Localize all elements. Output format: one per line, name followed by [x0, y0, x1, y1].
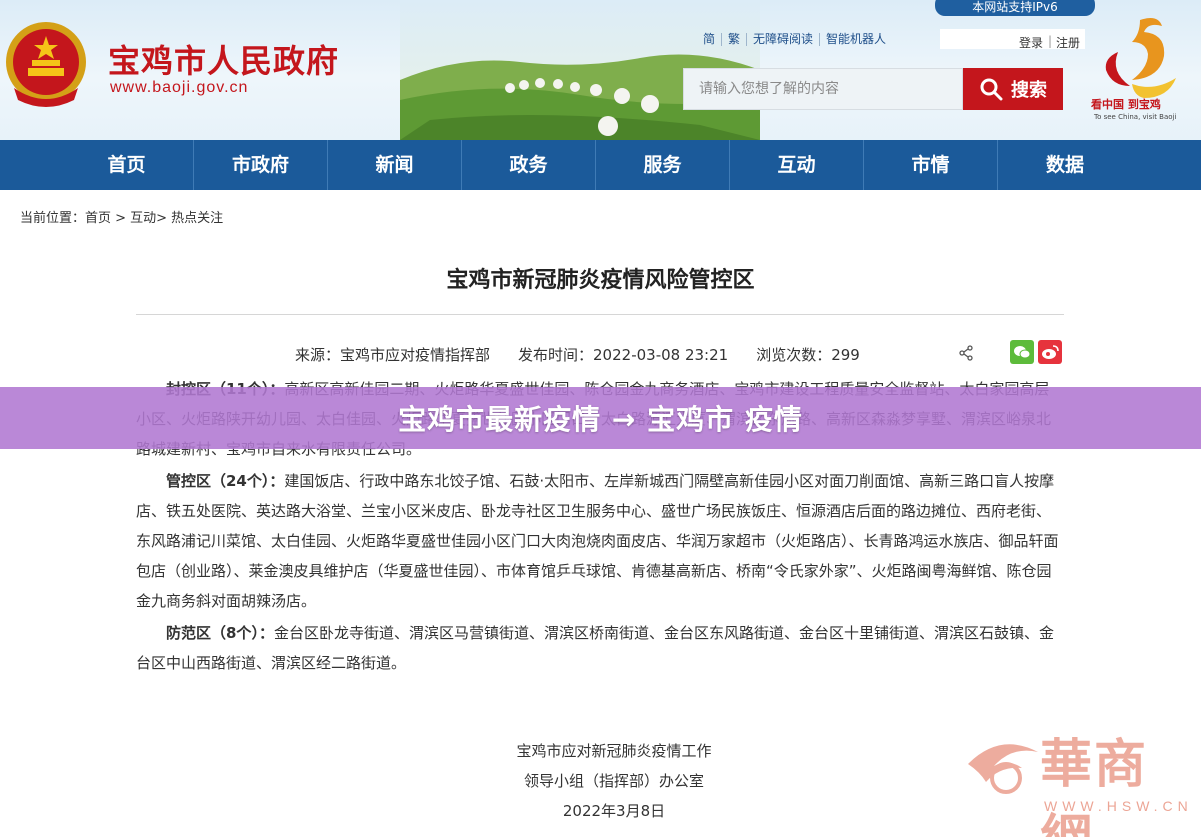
- traditional-chinese-link[interactable]: 繁: [722, 33, 748, 46]
- nav-item-interaction[interactable]: 互动: [730, 140, 864, 190]
- article-view-count: 浏览次数：299: [756, 346, 860, 364]
- article-source: 来源：宝鸡市应对疫情指挥部: [295, 346, 491, 364]
- share-icon[interactable]: [958, 345, 974, 361]
- prevention-zone-label: 防范区（8个）：: [166, 624, 274, 642]
- tourism-slogan-english: To see China, visit Baoji: [1094, 113, 1177, 121]
- nav-item-services[interactable]: 服务: [596, 140, 730, 190]
- overlay-banner-text: 宝鸡市最新疫情 → 宝鸡市 疫情: [398, 403, 803, 436]
- nav-item-city-info[interactable]: 市情: [864, 140, 998, 190]
- breadcrumb[interactable]: 当前位置：首页 > 互动> 热点关注: [20, 207, 223, 226]
- main-nav: 首页 市政府 新闻 政务 服务 互动 市情 数据: [0, 140, 1201, 190]
- site-url[interactable]: www.baoji.gov.cn: [110, 79, 248, 97]
- login-link[interactable]: 登录: [1019, 34, 1043, 51]
- wechat-share-icon[interactable]: [1010, 340, 1034, 364]
- tourism-slogan: 看中国 到宝鸡: [1091, 98, 1161, 111]
- accessibility-link[interactable]: 无障碍阅读: [747, 33, 821, 46]
- controlled-zone-label: 管控区（24个）：: [166, 472, 285, 490]
- search-button-label: 搜索: [1011, 80, 1047, 101]
- simplified-chinese-link[interactable]: 简: [697, 33, 723, 46]
- title-divider: [136, 314, 1064, 315]
- nav-item-government[interactable]: 市政府: [194, 140, 328, 190]
- nav-item-affairs[interactable]: 政务: [462, 140, 596, 190]
- controlled-zone-paragraph: 管控区（24个）：建国饭店、行政中路东北饺子馆、石鼓·太阳市、左岸新城西门隔壁高…: [136, 466, 1064, 616]
- register-link[interactable]: 注册: [1056, 34, 1080, 51]
- nav-item-news[interactable]: 新闻: [328, 140, 462, 190]
- prevention-zone-text: 金台区卧龙寺街道、渭滨区马营镇街道、渭滨区桥南街道、金台区东风路街道、金台区十里…: [136, 624, 1054, 672]
- overlay-banner: 宝鸡市最新疫情 → 宝鸡市 疫情: [0, 387, 1201, 449]
- nav-item-data[interactable]: 数据: [998, 140, 1132, 190]
- top-links: 简 繁 无障碍阅读 智能机器人: [697, 33, 892, 46]
- page: 宝鸡市人民政府 www.baoji.gov.cn 本网站支持IPv6 简 繁 无…: [0, 0, 1201, 837]
- national-emblem-icon: [6, 22, 86, 107]
- article-title: 宝鸡市新冠肺炎疫情风险管控区: [446, 268, 755, 293]
- article-publish-time: 发布时间：2022-03-08 23:21: [518, 346, 729, 364]
- article-meta: 来源：宝鸡市应对疫情指挥部 发布时间：2022-03-08 23:21 浏览次数…: [295, 344, 860, 365]
- search-icon: [980, 78, 1003, 101]
- search-button[interactable]: 搜索: [963, 68, 1063, 110]
- login-bar: 登录 | 注册: [940, 29, 1085, 51]
- site-title[interactable]: 宝鸡市人民政府: [108, 36, 339, 82]
- smart-robot-link[interactable]: 智能机器人: [820, 33, 892, 46]
- prevention-zone-paragraph: 防范区（8个）：金台区卧龙寺街道、渭滨区马营镇街道、渭滨区桥南街道、金台区东风路…: [136, 618, 1064, 678]
- watermark-chinese: 華商網: [1040, 734, 1149, 837]
- controlled-zone-text: 建国饭店、行政中路东北饺子馆、石鼓·太阳市、左岸新城西门隔壁高新佳园小区对面刀削…: [136, 472, 1059, 610]
- nav-item-home[interactable]: 首页: [60, 140, 194, 190]
- ipv6-badge[interactable]: 本网站支持IPv6: [935, 0, 1095, 16]
- search-input[interactable]: 请输入您想了解的内容: [683, 68, 963, 110]
- login-separator: |: [1048, 34, 1053, 48]
- site-header: 宝鸡市人民政府 www.baoji.gov.cn 本网站支持IPv6 简 繁 无…: [0, 0, 1201, 140]
- weibo-share-icon[interactable]: [1038, 340, 1062, 364]
- watermark-url: WWW.HSW.CN: [1044, 798, 1193, 814]
